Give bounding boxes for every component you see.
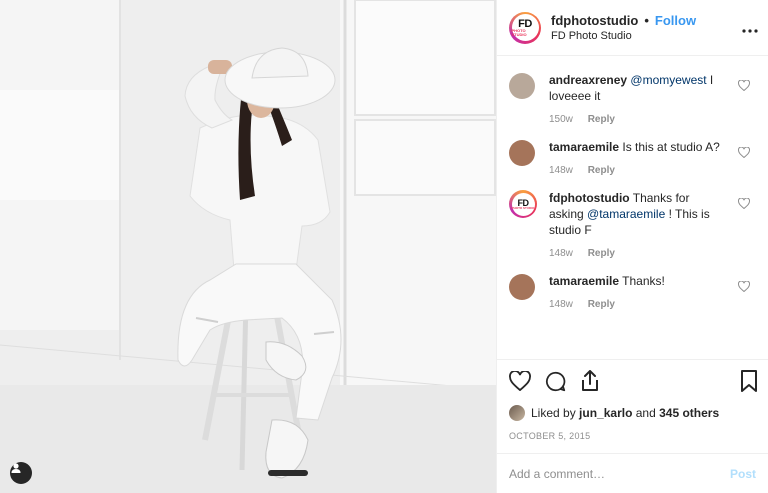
comment-age[interactable]: 150w (549, 114, 573, 125)
header-text: fdphotostudio • Follow FD Photo Studio (551, 13, 696, 42)
more-icon[interactable] (742, 20, 758, 38)
liked-by-username[interactable]: jun_karlo (579, 406, 632, 420)
heart-icon[interactable] (737, 145, 751, 163)
avatar-logo-subtext: PHOTO STUDIO (511, 27, 527, 37)
avatar-logo-subtext: PHOTO STUDIO (511, 205, 535, 210)
post-header: FD PHOTO STUDIO fdphotostudio • Follow F… (497, 0, 768, 56)
instagram-post: FD PHOTO STUDIO fdphotostudio • Follow F… (0, 0, 768, 493)
comment-mention[interactable]: @tamaraemile (587, 207, 665, 221)
reply-button[interactable]: Reply (588, 299, 615, 310)
post-photo[interactable] (0, 0, 496, 493)
post-comment-button[interactable]: Post (730, 467, 756, 481)
comment-item: FD PHOTO STUDIO fdphotostudio Thanks for… (509, 190, 756, 259)
photo-illustration (0, 0, 496, 493)
avatar[interactable] (509, 274, 535, 300)
avatar[interactable]: FD PHOTO STUDIO (509, 190, 537, 218)
comment-item: tamaraemile Is this at studio A? 148w Re… (509, 139, 756, 176)
heart-icon[interactable] (509, 370, 531, 396)
username-link[interactable]: fdphotostudio (551, 13, 638, 28)
avatar[interactable] (509, 405, 525, 421)
comment-age[interactable]: 148w (549, 248, 573, 259)
comment-username[interactable]: andreaxreney (549, 73, 627, 87)
heart-icon[interactable] (737, 78, 751, 96)
comment-age[interactable]: 148w (549, 165, 573, 176)
likes-summary: Liked by jun_karlo and 345 others (509, 405, 756, 421)
heart-icon[interactable] (737, 196, 751, 214)
comment-input[interactable]: Add a comment… (509, 467, 605, 481)
comment-item: tamaraemile Thanks! 148w Reply (509, 273, 756, 310)
separator-dot: • (644, 13, 649, 28)
comment-icon[interactable] (545, 371, 566, 397)
post-side-panel: FD PHOTO STUDIO fdphotostudio • Follow F… (496, 0, 768, 493)
avatar[interactable] (509, 140, 535, 166)
follow-button[interactable]: Follow (655, 13, 696, 28)
liked-by-prefix: Liked by (531, 406, 576, 420)
location-link[interactable]: FD Photo Studio (551, 30, 696, 42)
comment-text: Is this at studio A? (619, 140, 720, 154)
comment-mention[interactable]: @momyewest (630, 73, 706, 87)
comment-item: andreaxreney @momyewest I loveeee it 150… (509, 72, 756, 125)
comment-username[interactable]: fdphotostudio (549, 191, 630, 205)
bookmark-icon[interactable] (740, 370, 758, 397)
comment-username[interactable]: tamaraemile (549, 274, 619, 288)
liked-by-middle: and (635, 406, 656, 420)
reply-button[interactable]: Reply (588, 165, 615, 176)
user-tag-icon[interactable] (10, 462, 32, 484)
comment-text: Thanks! (619, 274, 665, 288)
avatar-logo-text: FD (518, 17, 532, 30)
add-comment-bar: Add a comment… Post (497, 453, 768, 493)
share-icon[interactable] (580, 370, 600, 397)
comment-username[interactable]: tamaraemile (549, 140, 619, 154)
post-date[interactable]: OCTOBER 5, 2015 (509, 431, 756, 441)
reply-button[interactable]: Reply (588, 248, 615, 259)
profile-avatar[interactable]: FD PHOTO STUDIO (509, 11, 541, 44)
comment-age[interactable]: 148w (549, 299, 573, 310)
likes-count[interactable]: 345 others (659, 406, 719, 420)
comments-list[interactable]: andreaxreney @momyewest I loveeee it 150… (497, 56, 768, 359)
heart-icon[interactable] (737, 279, 751, 297)
avatar[interactable] (509, 73, 535, 99)
reply-button[interactable]: Reply (588, 114, 615, 125)
post-actions: Liked by jun_karlo and 345 others OCTOBE… (497, 359, 768, 453)
